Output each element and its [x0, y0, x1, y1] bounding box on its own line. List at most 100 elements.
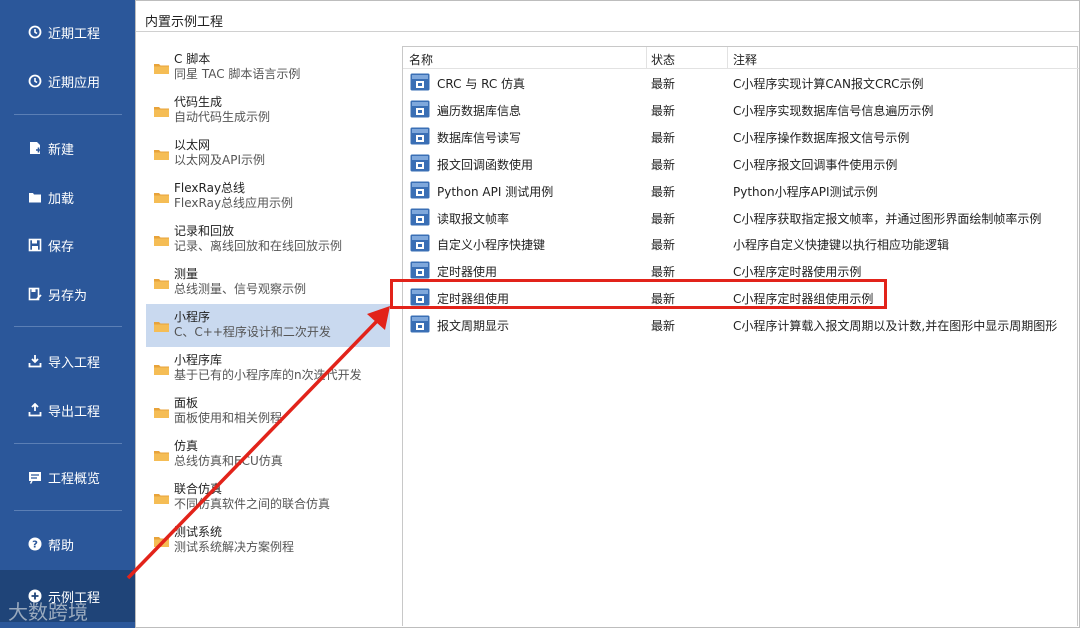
- row-status: 最新: [651, 265, 676, 280]
- row-note: Python小程序API测试示例: [733, 184, 878, 199]
- category-name: 联合仿真: [174, 482, 223, 496]
- row-name: Python API 测试用例: [437, 184, 554, 199]
- row-name: 数据库信号读写: [437, 130, 522, 145]
- table-header: 名称 状态 注释: [403, 47, 1079, 69]
- sidebar-item-label: 另存为: [48, 288, 88, 304]
- applet-icon: [410, 181, 430, 199]
- save-as-icon: [28, 287, 42, 301]
- category-item[interactable]: 小程序库 基于已有的小程序库的n次迭代开发: [146, 347, 390, 390]
- row-name: 遍历数据库信息: [437, 103, 522, 118]
- column-header-name[interactable]: 名称: [409, 51, 433, 68]
- category-description: 自动代码生成示例: [174, 110, 271, 124]
- sidebar: 近期工程 近期应用 新建 加载 保存 另存为 导入工程 导出工程 工程概览 ? …: [0, 0, 135, 628]
- sidebar-item-save-as[interactable]: 另存为: [0, 274, 135, 314]
- table-row[interactable]: Python API 测试用例 最新 Python小程序API测试示例: [403, 177, 1079, 204]
- category-list: C 脚本 同星 TAC 脚本语言示例 代码生成 自动代码生成示例 以太网 以太网及API示…: [146, 46, 390, 562]
- category-item[interactable]: 小程序 C、C++程序设计和二次开发: [146, 304, 390, 347]
- sidebar-item-save[interactable]: 保存: [0, 225, 135, 265]
- table-row[interactable]: 读取报文帧率 最新 C小程序获取指定报文帧率，并通过图形界面绘制帧率示例: [403, 204, 1079, 231]
- row-note: C小程序报文回调事件使用示例: [733, 157, 898, 172]
- category-item[interactable]: 仿真 总线仿真和ECU仿真: [146, 433, 390, 476]
- row-name: 自定义小程序快捷键: [437, 238, 546, 253]
- column-divider[interactable]: [646, 47, 647, 69]
- column-header-note[interactable]: 注释: [733, 51, 757, 68]
- row-status: 最新: [651, 319, 676, 334]
- category-description: 基于已有的小程序库的n次迭代开发: [174, 368, 362, 382]
- folder-icon: [154, 193, 169, 203]
- title-divider: [136, 31, 1079, 32]
- open-folder-icon: [28, 190, 42, 204]
- category-item[interactable]: 测量 总线测量、信号观察示例: [146, 261, 390, 304]
- category-description: 记录、离线回放和在线回放示例: [174, 239, 343, 253]
- new-file-icon: [28, 141, 42, 155]
- sidebar-divider: [14, 443, 122, 444]
- category-item[interactable]: 以太网 以太网及API示例: [146, 132, 390, 175]
- sidebar-divider: [14, 510, 122, 511]
- overview-icon: [28, 470, 42, 484]
- sidebar-item-recent-projects[interactable]: 近期工程: [0, 12, 135, 52]
- sidebar-item-recent-apps[interactable]: 近期应用: [0, 61, 135, 101]
- folder-icon: [154, 107, 169, 117]
- sidebar-item-label: 新建: [48, 142, 75, 158]
- folder-icon: [154, 408, 169, 418]
- content-panel: 内置示例工程 C 脚本 同星 TAC 脚本语言示例 代码生成 自动代码生成示例 以太网以…: [135, 0, 1080, 628]
- help-icon: ?: [28, 537, 42, 551]
- folder-icon: [154, 64, 169, 74]
- row-status: 最新: [651, 103, 676, 118]
- table-row[interactable]: 自定义小程序快捷键 最新 小程序自定义快捷键以执行相应功能逻辑: [403, 230, 1079, 257]
- category-name: FlexRay总线: [174, 181, 246, 195]
- category-item[interactable]: 记录和回放 记录、离线回放和在线回放示例: [146, 218, 390, 261]
- folder-icon: [154, 451, 169, 461]
- category-item[interactable]: 面板 面板使用和相关例程: [146, 390, 390, 433]
- sidebar-item-import-project[interactable]: 导入工程: [0, 341, 135, 381]
- table-row[interactable]: CRC 与 RC 仿真 最新 C小程序实现计算CAN报文CRC示例: [403, 69, 1079, 96]
- sidebar-item-project-overview[interactable]: 工程概览: [0, 457, 135, 497]
- folder-icon: [154, 322, 169, 332]
- category-name: 小程序库: [174, 353, 223, 367]
- column-divider[interactable]: [727, 47, 728, 69]
- row-name: 报文周期显示: [437, 319, 510, 334]
- category-item[interactable]: 测试系统 测试系统解决方案例程: [146, 519, 390, 562]
- category-description: 以太网及API示例: [174, 153, 265, 167]
- table-row[interactable]: 报文周期显示 最新 C小程序计算载入报文周期以及计数,并在图形中显示周期图形: [403, 311, 1079, 338]
- row-note: C小程序定时器使用示例: [733, 265, 862, 280]
- category-item[interactable]: 联合仿真 不同仿真软件之间的联合仿真: [146, 476, 390, 519]
- folder-icon: [154, 365, 169, 375]
- page-title: 内置示例工程: [145, 15, 224, 30]
- row-note: C小程序实现数据库信号信息遍历示例: [733, 103, 934, 118]
- category-name: 面板: [174, 396, 199, 410]
- highlight-box: [390, 279, 887, 309]
- folder-icon: [154, 236, 169, 246]
- category-name: 以太网: [174, 138, 211, 152]
- table-row[interactable]: 遍历数据库信息 最新 C小程序实现数据库信号信息遍历示例: [403, 96, 1079, 123]
- sidebar-item-new[interactable]: 新建: [0, 128, 135, 168]
- row-status: 最新: [651, 130, 676, 145]
- sidebar-item-load[interactable]: 加载: [0, 177, 135, 217]
- column-header-status[interactable]: 状态: [651, 51, 675, 68]
- watermark: 大数跨境: [8, 600, 88, 624]
- category-item[interactable]: FlexRay总线 FlexRay总线应用示例: [146, 175, 390, 218]
- category-item[interactable]: C 脚本 同星 TAC 脚本语言示例: [146, 46, 390, 89]
- sidebar-divider: [14, 114, 122, 115]
- category-description: 不同仿真软件之间的联合仿真: [174, 497, 331, 511]
- sidebar-item-help[interactable]: ? 帮助: [0, 524, 135, 564]
- row-name: 定时器使用: [437, 265, 498, 280]
- sidebar-item-label: 加载: [48, 191, 75, 207]
- category-item[interactable]: 代码生成 自动代码生成示例: [146, 89, 390, 132]
- sidebar-item-export-project[interactable]: 导出工程: [0, 390, 135, 430]
- sidebar-item-label: 近期工程: [48, 26, 101, 42]
- row-name: CRC 与 RC 仿真: [437, 77, 526, 91]
- sidebar-item-label: 工程概览: [48, 471, 101, 487]
- sidebar-item-label: 导入工程: [48, 355, 101, 371]
- category-name: 代码生成: [174, 95, 223, 109]
- applet-icon: [410, 100, 430, 118]
- row-status: 最新: [651, 77, 676, 91]
- category-description: 测试系统解决方案例程: [174, 540, 295, 554]
- table-row[interactable]: 数据库信号读写 最新 C小程序操作数据库报文信号示例: [403, 123, 1079, 150]
- row-status: 最新: [651, 157, 676, 172]
- applet-icon: [410, 73, 430, 91]
- category-name: C 脚本: [174, 52, 211, 66]
- row-status: 最新: [651, 238, 676, 253]
- table-row[interactable]: 报文回调函数使用 最新 C小程序报文回调事件使用示例: [403, 150, 1079, 177]
- folder-icon: [154, 150, 169, 160]
